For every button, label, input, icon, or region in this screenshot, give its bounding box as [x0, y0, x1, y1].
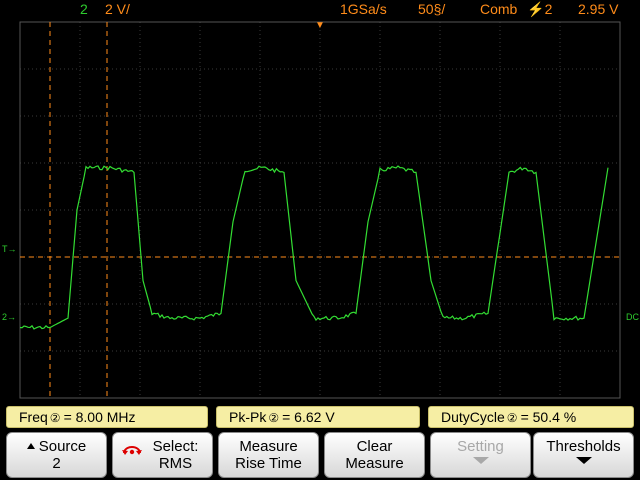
arrow-down-icon	[575, 457, 592, 464]
thresholds-softkey[interactable]: Thresholds	[533, 432, 634, 478]
channel-ground-marker: 2→	[2, 312, 16, 322]
measurement-value: = 8.00 MHz	[63, 409, 136, 425]
measurement-value: = 6.62 V	[282, 409, 335, 425]
select-value: RMS	[158, 455, 193, 472]
arrow-up-icon	[26, 443, 35, 449]
source-value: 2	[52, 455, 61, 472]
thresholds-label: Thresholds	[546, 438, 621, 455]
trigger-level-marker: T→	[2, 244, 17, 254]
source-label: Source	[38, 438, 87, 455]
graticule	[19, 21, 621, 399]
measurement-freq[interactable]: Freq ② = 8.00 MHz	[6, 406, 208, 428]
select-label: Select:	[152, 438, 199, 455]
dc-coupling-marker: DC	[626, 312, 639, 322]
channel-circle-icon: ②	[49, 411, 61, 425]
measurement-pkpk[interactable]: Pk-Pk ② = 6.62 V	[216, 406, 420, 428]
waveform-display[interactable]: ▼ T→ 2→ DC	[0, 0, 640, 405]
measure-value: Rise Time	[235, 455, 302, 472]
measurement-dutycycle[interactable]: DutyCycle ② = 50.4 %	[428, 406, 634, 428]
arrow-down-icon	[472, 457, 489, 464]
setting-label: Setting	[457, 438, 504, 455]
measurement-label: DutyCycle	[441, 409, 505, 425]
channel-2-trace	[19, 165, 609, 330]
clear-label: Clear	[356, 438, 393, 455]
clear-value: Measure	[345, 455, 404, 472]
measurement-value: = 50.4 %	[520, 409, 577, 425]
source-softkey-line1: Source	[26, 438, 87, 455]
measure-label: Measure	[239, 438, 298, 455]
measure-rise-time-softkey[interactable]: Measure Rise Time	[218, 432, 319, 478]
trigger-position-icon: ▼	[315, 20, 325, 31]
select-softkey[interactable]: Select: RMS	[112, 432, 213, 478]
channel-circle-icon: ②	[268, 411, 280, 425]
rotate-knob-icon	[122, 446, 142, 455]
measurement-label: Freq	[19, 409, 48, 425]
channel-circle-icon: ②	[506, 411, 518, 425]
clear-measure-softkey[interactable]: Clear Measure	[324, 432, 425, 478]
oscilloscope-screen: 2 2 V/ 1GSa/s 50§/ Comb ⚡2 2.95 V ▼ T→ 2…	[0, 0, 640, 480]
softkey-row: Source 2 Select: RMS Measure Rise Time C…	[0, 430, 640, 480]
measurement-label: Pk-Pk	[229, 409, 267, 425]
source-softkey[interactable]: Source 2	[6, 432, 107, 478]
setting-softkey[interactable]: Setting	[430, 432, 531, 478]
